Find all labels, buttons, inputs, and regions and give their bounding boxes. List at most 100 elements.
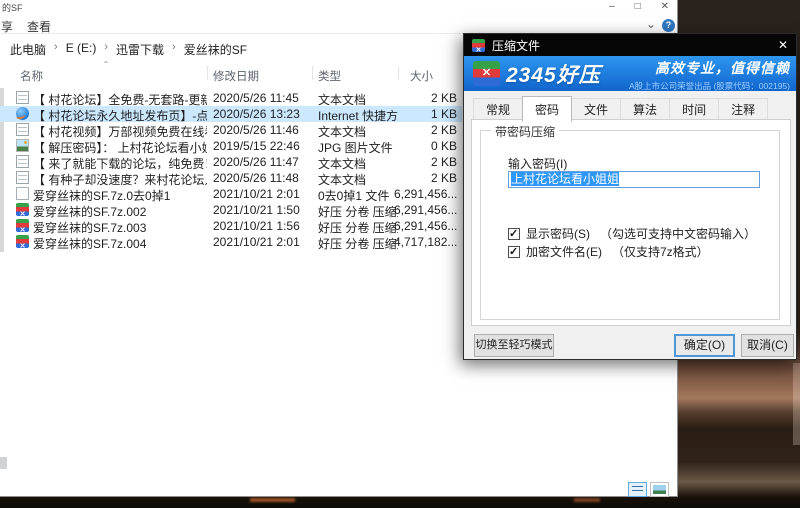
breadcrumb-drive-e[interactable]: E (E:) [66,41,97,58]
column-divider[interactable] [207,66,208,80]
ribbon-collapse-icon[interactable]: ⌄ [646,17,656,31]
table-row[interactable]: 【 村花论坛】全免费-无套路-更新快.txt 2020/5/26 11:45 文… [0,90,462,106]
password-selected-text: 上村花论坛看小姐姐 [511,172,619,186]
breadcrumb-thunder-downloads[interactable]: 迅雷下载 [116,41,164,58]
ribbon-tab-share[interactable]: 享 [1,18,13,35]
table-row[interactable]: 【 村花视频】万部视频免费在线看.txt 2020/5/26 11:46 文本文… [0,122,462,138]
table-row[interactable]: 爱穿丝袜的SF.7z.002 2021/10/21 1:50 好压 分卷 压缩文… [0,202,462,218]
details-view-icon[interactable] [628,482,647,497]
help-icon[interactable]: ? [662,19,675,32]
file-size: 1 KB [394,107,457,121]
internet-shortcut-icon [16,107,29,120]
ribbon-tab-view[interactable]: 查看 [27,18,51,35]
file-size: 6,291,456... [394,187,457,201]
file-size: 2 KB [394,155,457,169]
table-row[interactable]: 【 有种子却没速度？来村花论坛人工加... 2020/5/26 11:48 文本… [0,170,462,186]
text-file-icon [16,91,29,104]
breadcrumb-this-pc[interactable]: 此电脑 [10,41,46,58]
brand-slogan: 高效专业，值得信赖 [629,58,790,78]
show-password-label: 显示密码(S) [526,225,590,242]
show-password-checkbox-row[interactable]: 显示密码(S) （勾选可支持中文密码输入） [508,225,756,242]
switch-lite-mode-button[interactable]: 切换至轻巧模式 [474,334,554,357]
file-date: 2019/5/15 22:46 [213,139,313,153]
cancel-button[interactable]: 取消(C) [741,334,794,357]
file-size: 2 KB [394,91,457,105]
status-bar-view-toggles [628,482,669,497]
haozip-logo-icon [473,61,500,86]
table-row[interactable]: 【 解压密码】： 上村花论坛看小姐姐.jpg 2019/5/15 22:46 J… [0,138,462,154]
column-divider[interactable] [398,66,399,80]
file-name: 爱穿丝袜的SF.7z.004 [33,235,207,252]
breadcrumb: 此电脑 › E (E:) › 迅雷下载 › 爱丝袜的SF [10,41,247,58]
close-icon[interactable]: ✕ [778,38,788,52]
thumbnail-view-icon[interactable] [650,482,669,497]
wallpaper-glint [250,498,295,502]
ok-button[interactable]: 确定(O) [674,334,735,357]
breadcrumb-separator-icon: › [104,41,108,58]
text-file-icon [16,123,29,136]
table-row[interactable]: 【 来了就能下载的论坛，纯免费！ 】.txt 2020/5/26 11:47 文… [0,154,462,170]
show-password-hint: （勾选可支持中文密码输入） [600,225,756,242]
encrypt-filename-label: 加密文件名(E) [526,243,602,260]
groupbox-title: 带密码压缩 [491,123,559,140]
column-header-date[interactable]: 修改日期 [213,68,259,84]
file-size: 2 KB [394,123,457,137]
sort-caret-icon: ˆ [104,59,108,73]
text-file-icon [16,171,29,184]
close-button[interactable]: ✕ [661,0,669,13]
file-date: 2021/10/21 2:01 [213,187,313,201]
password-groupbox: 带密码压缩 输入密码(I) 上村花论坛看小姐姐 显示密码(S) （勾选可支持中文… [480,130,780,320]
text-file-icon [16,155,29,168]
jpg-image-icon [16,139,29,152]
file-size: 6,291,456... [394,203,457,217]
column-header-size[interactable]: 大小 [410,68,433,84]
window-controls: – □ ✕ [609,0,669,13]
file-date: 2020/5/26 11:48 [213,171,313,185]
password-tab-panel: 带密码压缩 输入密码(I) 上村花论坛看小姐姐 显示密码(S) （勾选可支持中文… [471,119,791,326]
file-size: 4,717,182... [394,235,457,249]
file-date: 2021/10/21 1:50 [213,203,313,217]
dialog-titlebar: 压缩文件 ✕ [464,34,796,56]
breadcrumb-separator-icon: › [172,41,176,58]
brand-name: 2345好压 [506,59,601,89]
checkbox-checked-icon[interactable] [508,246,520,258]
wallpaper-glint [574,498,600,502]
table-row[interactable]: 爱穿丝袜的SF.7z.003 2021/10/21 1:56 好压 分卷 压缩文… [0,218,462,234]
file-size: 6,291,456... [394,219,457,233]
window-title: 的SF [2,1,23,14]
file-date: 2021/10/21 1:56 [213,219,313,233]
haozip-archive-icon [16,235,29,248]
file-size: 0 KB [394,139,457,153]
ribbon-tab-bar: 享 查看 ⌄ ? [0,16,677,34]
tab-password[interactable]: 密码 [522,96,572,122]
maximize-button[interactable]: □ [635,0,641,13]
nav-pane-item-fragment [0,457,7,469]
wallpaper-light-strip [793,363,800,445]
table-row-selected[interactable]: 【 村花论坛永久地址发布页】-点此打开 2020/5/26 13:23 Inte… [0,106,462,122]
file-type: 好压 分卷 压缩文件 [318,235,398,252]
haozip-archive-icon [16,203,29,216]
dialog-title: 压缩文件 [492,37,540,54]
encrypt-filename-hint: （仅支持7z格式） [612,243,709,260]
file-date: 2020/5/26 11:46 [213,123,313,137]
encrypt-filename-checkbox-row[interactable]: 加密文件名(E) （仅支持7z格式） [508,243,709,260]
column-divider[interactable] [312,66,313,80]
brand-slogan-block: 高效专业，值得信赖 A股上市公司荣誉出品 (股票代码：002195) [629,58,790,91]
column-header-name[interactable]: 名称 [20,68,43,84]
table-row[interactable]: 爱穿丝袜的SF.7z.0去0掉1 2021/10/21 2:01 0去0掉1 文… [0,186,462,202]
haozip-archive-icon [16,219,29,232]
file-date: 2021/10/21 2:01 [213,235,313,249]
brand-subtitle: A股上市公司荣誉出品 (股票代码：002195) [629,80,790,91]
file-list: 【 村花论坛】全免费-无套路-更新快.txt 2020/5/26 11:45 文… [0,90,462,250]
file-date: 2020/5/26 11:45 [213,91,313,105]
compress-dialog: 压缩文件 ✕ 2345好压 高效专业，值得信赖 A股上市公司荣誉出品 (股票代码… [463,33,797,360]
password-label: 输入密码(I) [508,155,567,172]
file-date: 2020/5/26 11:47 [213,155,313,169]
table-row[interactable]: 爱穿丝袜的SF.7z.004 2021/10/21 2:01 好压 分卷 压缩文… [0,234,462,250]
checkbox-checked-icon[interactable] [508,228,520,240]
minimize-button[interactable]: – [609,0,615,13]
breadcrumb-current-folder[interactable]: 爱丝袜的SF [184,41,247,58]
password-input[interactable]: 上村花论坛看小姐姐 [508,171,760,188]
column-header-type[interactable]: 类型 [318,68,341,84]
blank-file-icon [16,187,29,200]
